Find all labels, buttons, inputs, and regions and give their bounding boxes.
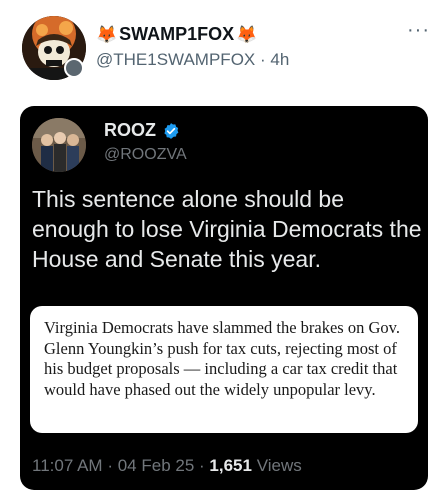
quoted-article-text: Virginia Democrats have slammed the brak…	[44, 318, 400, 399]
embedded-author-name-text: ROOZ	[104, 120, 156, 140]
embedded-author-name: ROOZ	[104, 120, 180, 141]
post-header: 🦊 SWAMP1FOX 🦊 @THE1SWAMPFOX · 4h ···	[0, 0, 446, 100]
embedded-post-date: 04 Feb 25	[117, 456, 195, 475]
group-photo-avatar-icon	[32, 118, 86, 172]
post-time[interactable]: 4h	[270, 50, 289, 69]
embedded-author-handle: @ROOZVA	[104, 146, 187, 163]
author-handle[interactable]: @THE1SWAMPFOX	[96, 50, 255, 69]
more-options-button[interactable]: ···	[407, 20, 430, 40]
meta-separator: ·	[260, 50, 266, 69]
embedded-post-image[interactable]: ROOZ @ROOZVA This sentence alone should …	[20, 106, 428, 490]
embedded-post-footer: 11:07 AM · 04 Feb 25 · 1,651 Views	[32, 456, 302, 476]
fox-emoji-icon: 🦊	[236, 24, 258, 44]
views-label: Views	[256, 456, 302, 475]
affiliate-badge-icon	[64, 58, 84, 78]
embedded-author-avatar	[32, 118, 86, 172]
author-display-name[interactable]: 🦊 SWAMP1FOX 🦊	[96, 24, 257, 45]
quoted-article-excerpt: Virginia Democrats have slammed the brak…	[30, 306, 418, 433]
views-count: 1,651	[209, 456, 252, 475]
footer-separator: ·	[199, 456, 205, 475]
fox-emoji-icon: 🦊	[96, 24, 118, 44]
author-meta: @THE1SWAMPFOX · 4h	[96, 50, 289, 70]
embedded-post-text: This sentence alone should be enough to …	[32, 186, 422, 272]
embedded-post-time: 11:07 AM	[32, 456, 103, 475]
author-name-text: SWAMP1FOX	[119, 24, 235, 44]
footer-separator: ·	[107, 456, 113, 475]
verified-badge-icon	[164, 122, 179, 139]
